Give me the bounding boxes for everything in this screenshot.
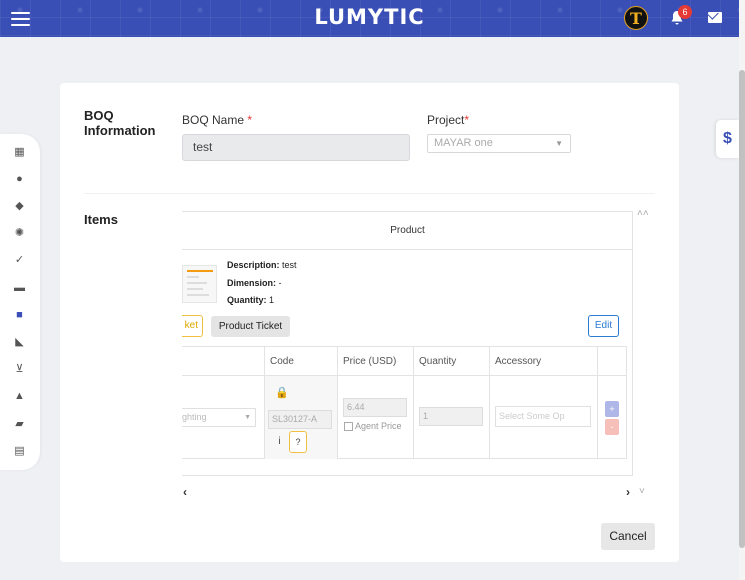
accessory-column-header: Accessory (490, 347, 598, 376)
type-cell: ghting ▼ (182, 376, 265, 459)
chevron-down-icon: ▼ (244, 414, 251, 421)
top-navbar: LUMYTIC T 6 (0, 0, 739, 37)
boq-form-card: BOQ Information BOQ Name * test Project*… (60, 83, 679, 562)
row-actions-cell: + - (598, 376, 626, 459)
scroll-left-icon[interactable]: ‹ (183, 485, 187, 499)
items-title: Items (84, 212, 118, 227)
price-cell: 6.44 Agent Price (338, 376, 414, 459)
agent-price-checkbox[interactable] (344, 422, 353, 431)
add-row-button[interactable]: + (605, 401, 619, 417)
project-label: Project* (427, 113, 470, 127)
product-description: Description: test (227, 260, 297, 270)
pricing-tab[interactable]: $ (716, 120, 739, 158)
item-details-table: Code Price (USD) Quantity Accessory ghti… (182, 346, 627, 459)
product-dimension: Dimension: - (227, 278, 282, 288)
quantity-cell: 1 (414, 376, 490, 459)
help-icon[interactable]: ? (289, 431, 307, 453)
scroll-right-icon[interactable]: › (626, 485, 630, 499)
invoice-icon[interactable]: ▤ (13, 445, 26, 458)
box-icon[interactable]: ◆ (13, 200, 26, 213)
price-input[interactable]: 6.44 (343, 398, 407, 417)
boq-name-label: BOQ Name * (182, 113, 253, 127)
user-avatar[interactable]: T (624, 6, 648, 30)
settings-gear-icon[interactable]: ✺ (13, 227, 26, 240)
items-table-container: Product Description: test Dimension: - Q… (182, 211, 633, 476)
archive-icon[interactable]: ▬ (13, 282, 26, 295)
code-input[interactable]: SL30127-A (268, 410, 332, 429)
sidebar: ▦ ● ◆ ✺ ✓ ▬ ■ ◣ ⊻ ▲ ▰ ▤ (0, 134, 40, 470)
user-icon[interactable]: ● (13, 173, 26, 186)
info-icon[interactable]: i (271, 432, 288, 452)
accessory-cell: Select Some Op (490, 376, 598, 459)
tag-icon[interactable]: ◣ (13, 336, 26, 349)
remove-row-button[interactable]: - (605, 419, 619, 435)
accessory-select[interactable]: Select Some Op (495, 406, 591, 427)
mail-icon[interactable] (708, 12, 722, 23)
dashboard-icon[interactable]: ▦ (13, 146, 26, 159)
warehouse-icon[interactable]: ▲ (13, 390, 26, 403)
notification-badge: 6 (678, 5, 692, 19)
agent-price-label: Agent Price (355, 421, 402, 431)
product-column-header: Product (182, 212, 632, 250)
code-column-header: Code (265, 347, 338, 376)
code-cell: 🔒 SL30127-A i ? (265, 376, 338, 459)
chevron-down-icon: ▼ (555, 139, 563, 148)
type-column-header (182, 347, 265, 376)
scroll-down-icon[interactable]: ˅ (639, 486, 645, 497)
boq-name-input[interactable]: test (182, 134, 410, 161)
briefcase-icon[interactable]: ■ (13, 309, 26, 322)
project-select[interactable]: MAYAR one ▼ (427, 134, 571, 153)
truck-icon[interactable]: ▰ (13, 418, 26, 431)
type-select[interactable]: ghting ▼ (182, 408, 256, 427)
section-divider (84, 193, 655, 194)
product-thumbnail (182, 265, 217, 303)
price-column-header: Price (USD) (338, 347, 414, 376)
actions-column-header (598, 347, 626, 376)
product-quantity: Quantity: 1 (227, 295, 275, 305)
quantity-column-header: Quantity (414, 347, 490, 376)
lock-icon: 🔒 (275, 387, 289, 399)
cancel-button[interactable]: Cancel (601, 523, 655, 550)
scroll-up-icon[interactable]: ˄˄ (637, 208, 649, 219)
cart-icon[interactable]: ⊻ (13, 363, 26, 376)
page-scrollbar-thumb[interactable] (739, 70, 745, 548)
product-ticket-button[interactable]: Product Ticket (211, 316, 290, 337)
boq-information-title: BOQ Information (84, 108, 156, 138)
quantity-input[interactable]: 1 (419, 407, 483, 426)
check-circle-icon[interactable]: ✓ (13, 254, 26, 267)
edit-button[interactable]: Edit (588, 315, 619, 337)
ticket-button[interactable]: ket (182, 315, 203, 337)
